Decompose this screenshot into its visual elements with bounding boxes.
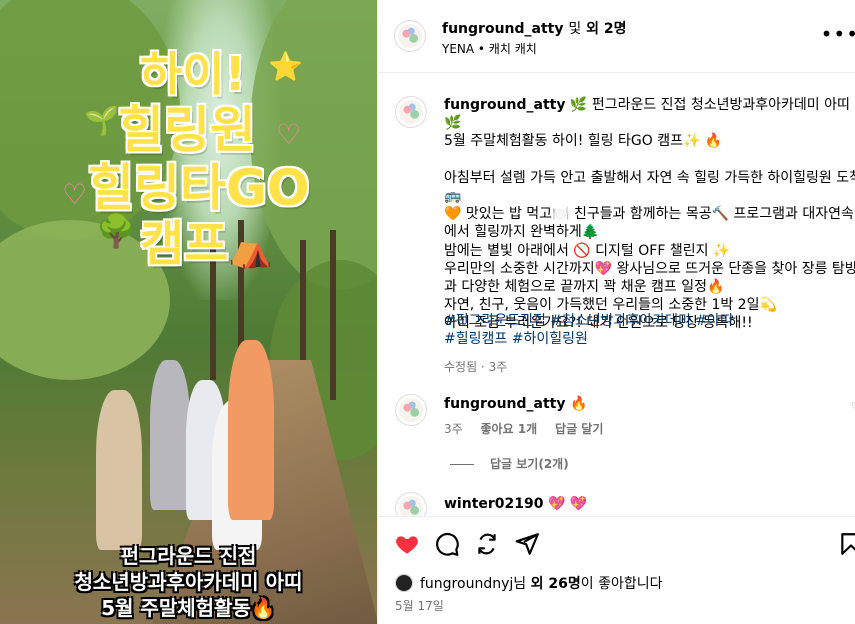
replies-divider: [450, 464, 474, 465]
post-date[interactable]: 5월 17일: [395, 597, 444, 614]
comment: winter02190 💖 💖: [444, 496, 587, 512]
hashtag-link[interactable]: #아띠: [695, 313, 733, 329]
person-figure: [96, 390, 142, 550]
comments-section[interactable]: funground_atty 🌿 펀그라운드 진접 청소년방과후아카데미 아띠 …: [378, 74, 855, 516]
caption-line-3: 5월 주말체험활동🔥: [101, 596, 276, 620]
heart-sticker-icon: ♡: [276, 118, 302, 151]
hashtag-link[interactable]: #펀그라운드진접: [444, 313, 546, 329]
liker-suffix: 님: [513, 576, 527, 592]
sticker-line-4: 캠프: [138, 215, 229, 274]
likes-summary: fungroundnyj님 외 26명이 좋아합니다: [420, 573, 662, 593]
audio-label[interactable]: YENA • 캐치 캐치: [442, 40, 537, 57]
send-icon[interactable]: [514, 531, 540, 557]
heart-icon[interactable]: [394, 531, 420, 557]
avatar[interactable]: [394, 20, 426, 52]
caption-edited-time: 수정됨 · 3주: [444, 360, 508, 374]
hashtag-link[interactable]: #힐링캠프: [444, 331, 507, 347]
caption-text: funground_atty 🌿 펀그라운드 진접 청소년방과후아카데미 아띠 …: [444, 96, 855, 333]
post-media[interactable]: 하이! 힐링원 힐링타GO 캠프 ⭐ ♡ ♡ 🌱 🌳 ⛺ 펀그라운드 진접 청소…: [0, 0, 377, 624]
sprout-icon: 🌱: [84, 104, 119, 137]
comment-username[interactable]: funground_atty: [444, 396, 565, 412]
view-replies-label: 답글 보기(2개): [490, 457, 569, 471]
tree-trunk: [330, 230, 336, 400]
likes-suffix: 이 좋아합니다: [580, 576, 663, 592]
share-icon[interactable]: [474, 531, 500, 557]
comment-text: 🔥: [569, 396, 588, 412]
liker-username[interactable]: fungroundnyj: [420, 576, 513, 592]
comment: funground_atty 🔥: [444, 396, 587, 412]
action-bar: fungroundnyj님 외 26명이 좋아합니다 5월 17일: [378, 516, 855, 624]
caption-line-1: 펀그라운드 진접: [120, 544, 257, 568]
post-panel: funground_atty 및 외 2명 YENA • 캐치 캐치 ••• f…: [377, 0, 855, 624]
star-icon: ⭐: [268, 50, 303, 83]
view-replies-button[interactable]: 답글 보기(2개): [450, 455, 569, 472]
person-figure: [150, 360, 190, 510]
tree-sticker-icon: 🌳: [96, 212, 136, 250]
header-others[interactable]: 외 2명: [586, 21, 626, 37]
header-username[interactable]: funground_atty: [442, 21, 563, 37]
liker-avatar[interactable]: [395, 574, 413, 592]
tent-icon: ⛺: [228, 229, 273, 270]
caption-line-2: 청소년방과후아카데미 아띠: [74, 570, 303, 594]
avatar[interactable]: [395, 394, 427, 426]
comment-icon[interactable]: [434, 531, 460, 557]
comment-text: 💖 💖: [547, 496, 588, 512]
person-figure: [228, 340, 274, 520]
header-and: 및: [568, 21, 582, 37]
comment-like-heart-icon[interactable]: ♡: [851, 400, 855, 414]
comment-username[interactable]: winter02190: [444, 496, 544, 512]
header-usernames: funground_atty 및 외 2명: [442, 18, 627, 38]
comment-age: 3주: [444, 422, 463, 436]
more-horizontal-icon[interactable]: •••: [821, 22, 855, 46]
bookmark-icon[interactable]: [838, 531, 855, 557]
hashtag-link[interactable]: #하이힐링원: [512, 331, 588, 347]
caption-body: 🌿 펀그라운드 진접 청소년방과후아카데미 아띠 🌿 5월 주말체험활동 하이!…: [444, 97, 855, 332]
comment-likes[interactable]: 좋아요 1개: [481, 422, 538, 436]
avatar[interactable]: [395, 492, 427, 516]
reply-button[interactable]: 답글 달기: [555, 422, 603, 436]
likes-others-count[interactable]: 외 26명: [531, 576, 581, 592]
heart-sticker-icon: ♡: [62, 178, 88, 211]
comment-meta: 3주 좋아요 1개 답글 달기: [444, 420, 617, 437]
post-header: funground_atty 및 외 2명 YENA • 캐치 캐치 •••: [378, 0, 855, 73]
caption-username[interactable]: funground_atty: [444, 97, 565, 113]
hashtag-link[interactable]: #청소년방과후아카데미: [550, 313, 691, 329]
avatar[interactable]: [395, 96, 427, 128]
hashtag-list: #펀그라운드진접 #청소년방과후아카데미 #아띠 #힐링캠프 #하이힐링원: [444, 312, 855, 348]
